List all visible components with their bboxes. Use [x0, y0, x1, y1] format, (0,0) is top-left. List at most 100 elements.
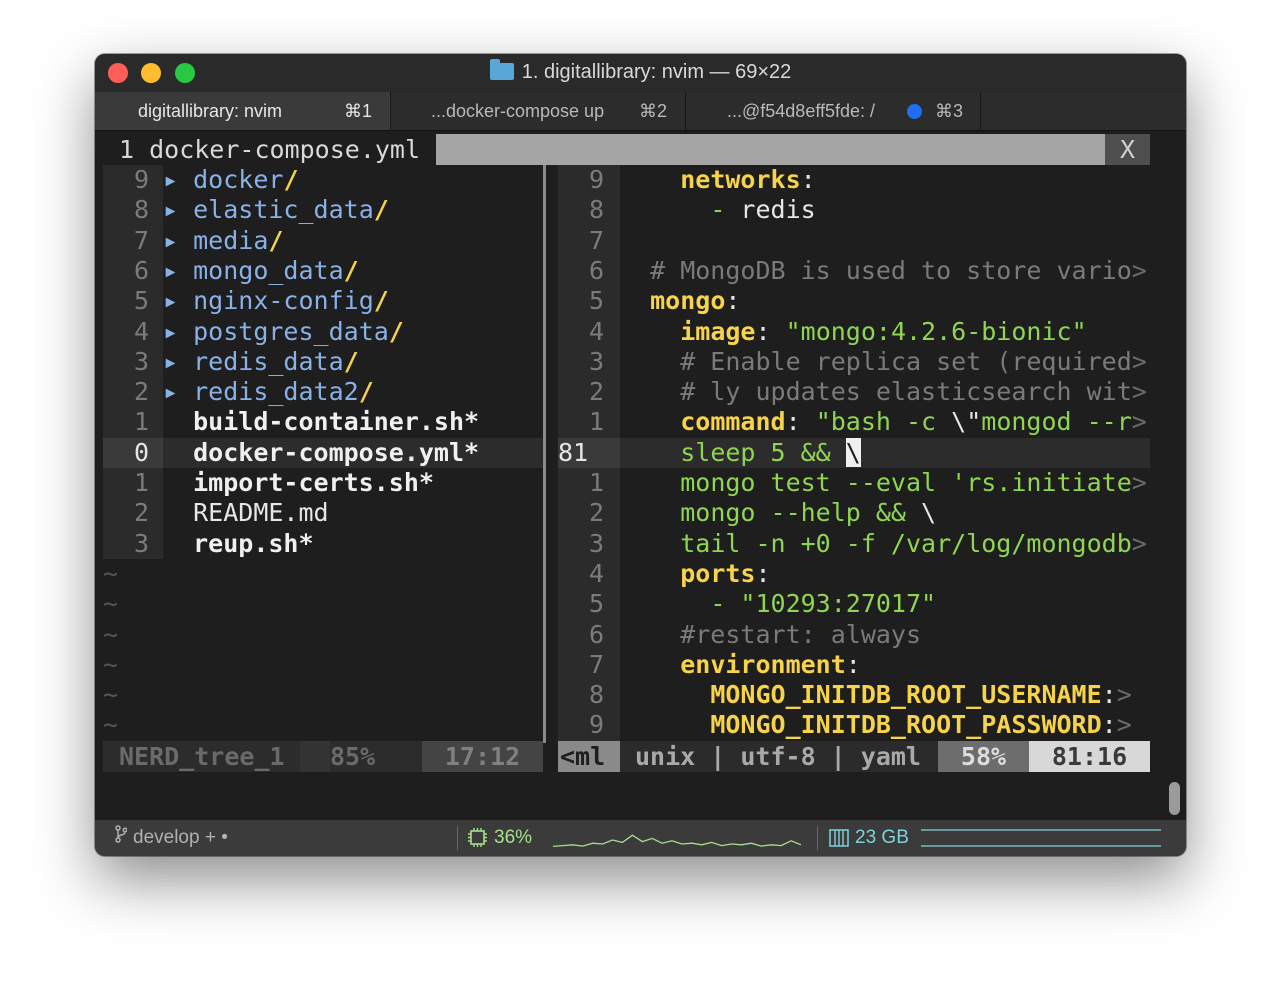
line-number: 2 — [588, 377, 604, 406]
tree-folder-item[interactable]: ▸ docker/ — [163, 165, 299, 195]
terminal-content[interactable]: 1 docker-compose.yml X 9 ▸ docker/8 ▸ elas… — [103, 134, 1165, 794]
code-line[interactable]: ports: — [620, 559, 770, 589]
tab-2[interactable]: ...docker-compose up ⌘2 — [391, 92, 686, 130]
tree-file-item[interactable]: README.md — [163, 498, 328, 528]
line-number: 5 — [133, 286, 149, 315]
code-line[interactable]: mongo test --eval 'rs.initiate> — [620, 468, 1147, 498]
expand-arrow-icon[interactable]: ▸ — [163, 226, 178, 255]
tree-file-item[interactable]: reup.sh* — [163, 529, 314, 559]
code-token: # Enable replica set (required — [620, 347, 1132, 376]
tree-item-name: build-container.sh* — [193, 407, 480, 436]
code-line[interactable]: environment: — [620, 650, 861, 680]
expand-arrow-icon[interactable]: ▸ — [163, 165, 178, 194]
line-number: 7 — [588, 650, 604, 679]
expand-arrow-icon[interactable]: ▸ — [163, 286, 178, 315]
code-token: image — [680, 317, 756, 346]
tree-file-item[interactable]: docker-compose.yml* — [163, 438, 479, 468]
code-token: command — [680, 407, 786, 436]
expand-arrow-icon[interactable]: ▸ — [163, 317, 178, 346]
status-left-name: NERD_tree_1 — [103, 741, 300, 772]
code-token: mongo --help && — [680, 498, 922, 527]
line-number: 3 — [133, 529, 149, 558]
code-line[interactable]: image: "mongo:4.2.6-bionic" — [620, 317, 1086, 347]
code-line[interactable]: mongo: — [620, 286, 740, 316]
folder-slash: / — [358, 377, 374, 406]
code-line[interactable]: mongo --help && \ — [620, 498, 936, 528]
expand-arrow-icon[interactable]: ▸ — [163, 347, 178, 376]
line-number: 2 — [133, 498, 149, 527]
line-number: 5 — [588, 589, 604, 618]
line-number: 7 — [588, 226, 604, 255]
code-line[interactable]: - "10293:27017" — [620, 589, 936, 619]
split-separator[interactable] — [543, 165, 546, 743]
code-line[interactable]: # Enable replica set (required> — [620, 347, 1147, 377]
code-line[interactable]: networks: — [620, 165, 816, 195]
tree-folder-item[interactable]: ▸ media/ — [163, 226, 283, 256]
terminal-scrollbar[interactable] — [1169, 782, 1180, 815]
code-line[interactable]: - redis — [620, 195, 816, 225]
code-line[interactable]: sleep 5 && \ — [620, 438, 861, 468]
code-line[interactable]: tail -n +0 -f /var/log/mongodb> — [620, 529, 1147, 559]
status-right-filename: <ml — [558, 741, 620, 772]
line-number: 6 — [133, 256, 149, 285]
cpu-graph-line — [553, 834, 801, 848]
tree-file-item[interactable]: import-certs.sh* — [163, 468, 434, 498]
nerdtree-pane[interactable]: 9 ▸ docker/8 ▸ elastic_data/7 ▸ media/6 ▸ mo… — [103, 165, 543, 741]
tree-item-name: reup.sh* — [193, 529, 314, 558]
code-token: : — [845, 650, 861, 679]
code-line[interactable]: MONGO_INITDB_ROOT_USERNAME:> — [620, 680, 1132, 710]
code-token: \ — [921, 498, 937, 527]
tree-item-name: mongo_data — [193, 256, 344, 285]
vim-tab-current[interactable]: 1 docker-compose.yml — [103, 134, 436, 165]
status-left-spacer — [300, 741, 330, 772]
line-number: 3 — [133, 347, 149, 376]
folder-slash: / — [268, 226, 284, 255]
code-token: : — [800, 165, 816, 194]
tree-folder-item[interactable]: ▸ redis_data2/ — [163, 377, 374, 407]
tree-folder-item[interactable]: ▸ elastic_data/ — [163, 195, 389, 225]
expand-arrow-icon[interactable]: ▸ — [163, 377, 178, 406]
tree-file-item[interactable]: build-container.sh* — [163, 407, 479, 437]
window-title-text: 1. digitallibrary: nvim — 69×22 — [521, 61, 792, 83]
editor-pane[interactable]: 9 networks: 8 - redis 7 6 # MongoDB is used… — [558, 165, 1150, 741]
tree-folder-item[interactable]: ▸ postgres_data/ — [163, 317, 404, 347]
code-line[interactable]: #restart: always — [620, 620, 921, 650]
line-number: 9 — [133, 165, 149, 194]
status-right-fileinfo: unix | utf-8 | yaml — [620, 741, 938, 772]
memory-icon — [829, 829, 849, 853]
code-token: MONGO_INITDB_ROOT_USERNAME — [710, 680, 1102, 709]
window-title: 1. digitallibrary: nvim — 69×22 — [95, 59, 1186, 84]
code-token: redis — [740, 195, 816, 224]
empty-line-marker: ~ — [103, 710, 119, 739]
line-number: 3 — [588, 347, 604, 376]
tab-1[interactable]: digitallibrary: nvim ⌘1 — [95, 92, 391, 130]
code-token: sleep 5 && — [680, 438, 846, 467]
tree-folder-item[interactable]: ▸ redis_data/ — [163, 347, 359, 377]
code-line[interactable]: MONGO_INITDB_ROOT_PASSWORD:> — [620, 710, 1132, 740]
code-token: networks — [680, 165, 801, 194]
code-line[interactable]: # ly updates elasticsearch wit> — [620, 377, 1147, 407]
tab-3[interactable]: ...@f54d8eff5fde: / ⌘3 — [686, 92, 981, 130]
code-token: > — [1116, 710, 1132, 739]
tree-item-name: elastic_data — [193, 195, 374, 224]
code-token: > — [1131, 529, 1147, 558]
code-line[interactable]: command: "bash -c \"mongod --r> — [620, 407, 1147, 437]
cpu-graph — [553, 834, 801, 848]
code-token: mongo — [650, 286, 726, 315]
vim-tab-close-button[interactable]: X — [1105, 134, 1150, 165]
empty-line-marker: ~ — [103, 680, 119, 709]
cpu-icon — [467, 827, 488, 854]
code-token: # MongoDB is used to store vario — [620, 256, 1132, 285]
code-line[interactable]: # MongoDB is used to store vario> — [620, 256, 1147, 286]
code-token: > — [1116, 680, 1132, 709]
folder-slash: / — [388, 317, 404, 346]
expand-arrow-icon[interactable]: ▸ — [163, 256, 178, 285]
tree-folder-item[interactable]: ▸ nginx-config/ — [163, 286, 389, 316]
tree-folder-item[interactable]: ▸ mongo_data/ — [163, 256, 359, 286]
expand-arrow-icon[interactable]: ▸ — [163, 195, 178, 224]
